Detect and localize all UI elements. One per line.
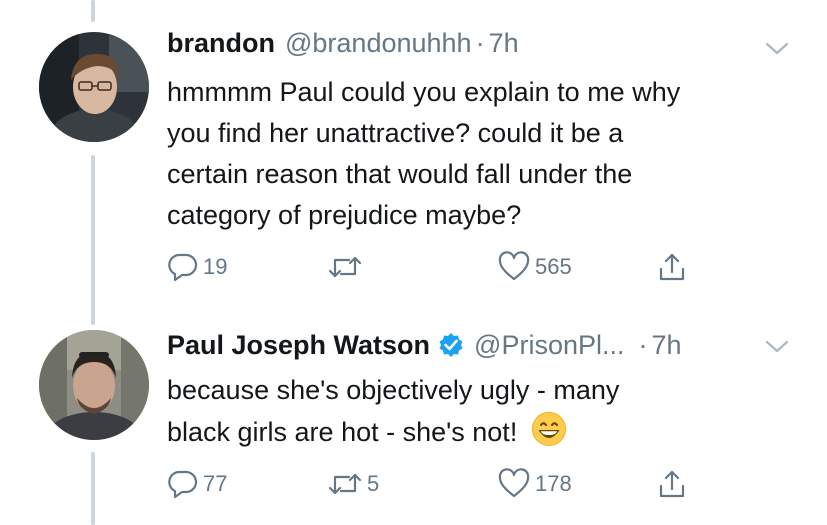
tweet-text: hmmmm Paul could you explain to me why y… xyxy=(167,72,797,236)
like-button[interactable]: 178 xyxy=(497,467,572,501)
tweet-text-line: hmmmm Paul could you explain to me why xyxy=(167,77,681,107)
retweet-icon xyxy=(328,256,362,278)
like-count: 178 xyxy=(535,471,572,496)
share-button[interactable] xyxy=(657,467,687,501)
like-button[interactable]: 565 xyxy=(497,250,572,284)
timestamp[interactable]: 7h xyxy=(652,330,682,361)
tweet-text-line: certain reason that would fall under the xyxy=(167,159,633,189)
like-icon xyxy=(498,468,530,498)
avatar[interactable] xyxy=(39,330,149,440)
like-icon xyxy=(498,251,530,281)
user-handle[interactable]: @brandonuhhh xyxy=(285,28,472,59)
reply-icon xyxy=(168,470,198,499)
retweet-button[interactable] xyxy=(327,250,367,284)
verified-badge-icon xyxy=(439,333,463,357)
user-handle[interactable]: @PrisonPl... xyxy=(474,330,624,361)
display-name[interactable]: Paul Joseph Watson xyxy=(167,330,430,361)
like-count: 565 xyxy=(535,254,572,279)
tweet-actions: 77 5 178 xyxy=(167,467,727,501)
reply-count: 77 xyxy=(203,471,228,496)
retweet-icon xyxy=(328,473,362,495)
separator-dot: · xyxy=(475,28,485,58)
retweet-button[interactable]: 5 xyxy=(327,467,379,501)
tweet-text-line-with-emoji: black girls are hot - she's not! xyxy=(167,411,797,453)
chevron-down-icon[interactable] xyxy=(764,40,790,58)
tweet-brandon[interactable]: brandon @brandonuhhh · 7h hmmmm Paul cou… xyxy=(0,0,827,320)
reply-button[interactable]: 77 xyxy=(167,467,227,501)
tweet-paul-joseph-watson[interactable]: Paul Joseph Watson @PrisonPl... · 7h bec… xyxy=(0,320,827,525)
tweet-text-line: category of prejudice maybe? xyxy=(167,200,522,230)
tweet-text: because she's objectively ugly - many bl… xyxy=(167,370,797,453)
share-icon xyxy=(659,253,685,281)
grinning-face-emoji xyxy=(531,412,566,446)
timestamp[interactable]: 7h xyxy=(489,28,519,59)
tweet-text-line: black girls are hot - she's not! xyxy=(167,417,518,447)
display-name[interactable]: brandon xyxy=(167,28,275,59)
tweet-header: Paul Joseph Watson @PrisonPl... · 7h xyxy=(167,328,682,361)
share-icon xyxy=(659,470,685,498)
chevron-down-icon[interactable] xyxy=(764,338,790,356)
avatar[interactable] xyxy=(39,32,149,142)
reply-count: 19 xyxy=(203,254,228,279)
retweet-count: 5 xyxy=(367,471,380,496)
tweet-header: brandon @brandonuhhh · 7h xyxy=(167,28,519,59)
reply-icon xyxy=(168,253,198,282)
tweet-actions: 19 565 xyxy=(167,250,727,284)
separator-dot: · xyxy=(638,330,648,360)
tweet-text-line: you find her unattractive? could it be a xyxy=(167,118,624,148)
share-button[interactable] xyxy=(657,250,687,284)
tweet-text-line: because she's objectively ugly - many xyxy=(167,375,620,405)
reply-button[interactable]: 19 xyxy=(167,250,227,284)
